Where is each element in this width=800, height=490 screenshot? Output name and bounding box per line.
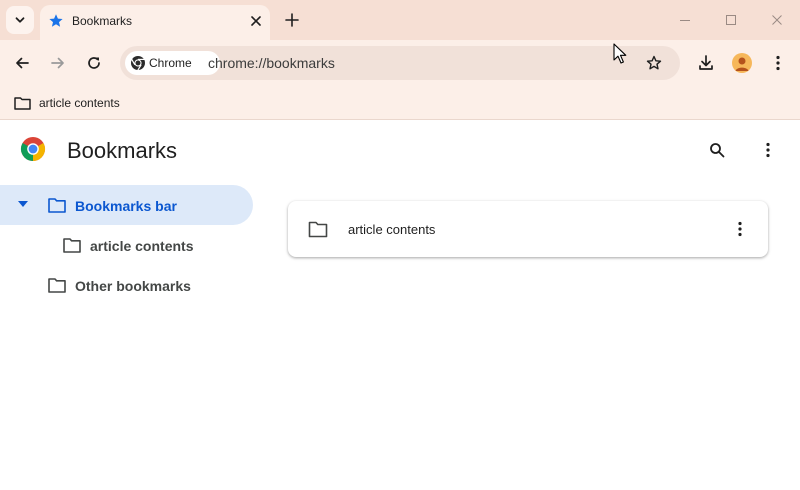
new-tab-button[interactable] (280, 8, 304, 32)
person-icon (735, 57, 749, 71)
maximize-button[interactable] (719, 8, 743, 32)
chevron-down-icon (15, 17, 25, 23)
search-button[interactable] (704, 137, 730, 163)
minimize-button[interactable] (673, 8, 697, 32)
toolbar: Chrome chrome://bookmarks (0, 40, 800, 86)
sidebar-item-bookmarks-bar[interactable]: Bookmarks bar (0, 185, 253, 225)
maximize-icon (726, 15, 736, 25)
item-menu-button[interactable] (728, 217, 752, 241)
sidebar-item-label: Bookmarks bar (75, 198, 177, 214)
chrome-icon (131, 56, 145, 71)
list-item-label: article contents (348, 222, 436, 237)
back-button[interactable] (8, 49, 36, 77)
expand-arrow-icon[interactable] (18, 201, 28, 207)
site-info-chip[interactable]: Chrome (125, 51, 220, 75)
downloads-button[interactable] (692, 49, 720, 77)
list-item[interactable]: article contents (288, 201, 768, 257)
more-vert-icon (738, 221, 742, 237)
close-window-button[interactable] (765, 8, 789, 32)
browser-menu-button[interactable] (764, 49, 792, 77)
page-menu-button[interactable] (755, 137, 781, 163)
chrome-logo-icon (20, 137, 46, 161)
arrow-right-icon (51, 57, 64, 69)
arrow-left-icon (16, 57, 29, 69)
sidebar-item-article-contents[interactable]: article contents (0, 225, 253, 265)
url-text[interactable]: chrome://bookmarks (208, 55, 335, 71)
more-vert-icon (766, 142, 770, 158)
avatar (732, 53, 752, 73)
more-vert-icon (776, 55, 780, 71)
reload-icon (88, 57, 100, 69)
chip-label: Chrome (149, 56, 192, 70)
sidebar-item-label: Other bookmarks (75, 278, 191, 294)
search-icon (710, 143, 725, 158)
star-icon (49, 14, 63, 27)
bookmarks-bar: article contents (0, 86, 800, 120)
close-icon (772, 15, 782, 25)
page-header: Bookmarks (0, 121, 800, 177)
page-title: Bookmarks (67, 138, 178, 163)
plus-icon (285, 13, 299, 27)
folder-icon (14, 97, 31, 110)
tab-bookmarks[interactable]: Bookmarks (40, 5, 270, 40)
close-icon (251, 16, 261, 26)
tab-close-button[interactable] (246, 11, 266, 31)
address-bar[interactable]: Chrome chrome://bookmarks (120, 46, 680, 80)
bookmarks-bar-item[interactable]: article contents (10, 91, 124, 115)
folder-icon (48, 198, 66, 213)
sidebar-item-label: article contents (90, 238, 194, 254)
profile-button[interactable] (728, 49, 756, 77)
mouse-cursor-icon (613, 43, 627, 64)
folder-icon (308, 221, 328, 238)
bookmarks-bar-item-label: article contents (39, 96, 120, 110)
sidebar-item-other-bookmarks[interactable]: Other bookmarks (0, 265, 253, 305)
folder-icon (63, 238, 81, 253)
folder-icon (48, 278, 66, 293)
download-icon (699, 55, 713, 70)
reload-button[interactable] (80, 49, 108, 77)
star-outline-icon (646, 55, 662, 70)
bookmark-star-button[interactable] (644, 53, 664, 73)
tab-title: Bookmarks (72, 14, 133, 28)
tab-strip: Bookmarks (0, 0, 800, 40)
tab-search-button[interactable] (6, 6, 34, 34)
minimize-icon (680, 20, 690, 21)
forward-button[interactable] (44, 49, 72, 77)
